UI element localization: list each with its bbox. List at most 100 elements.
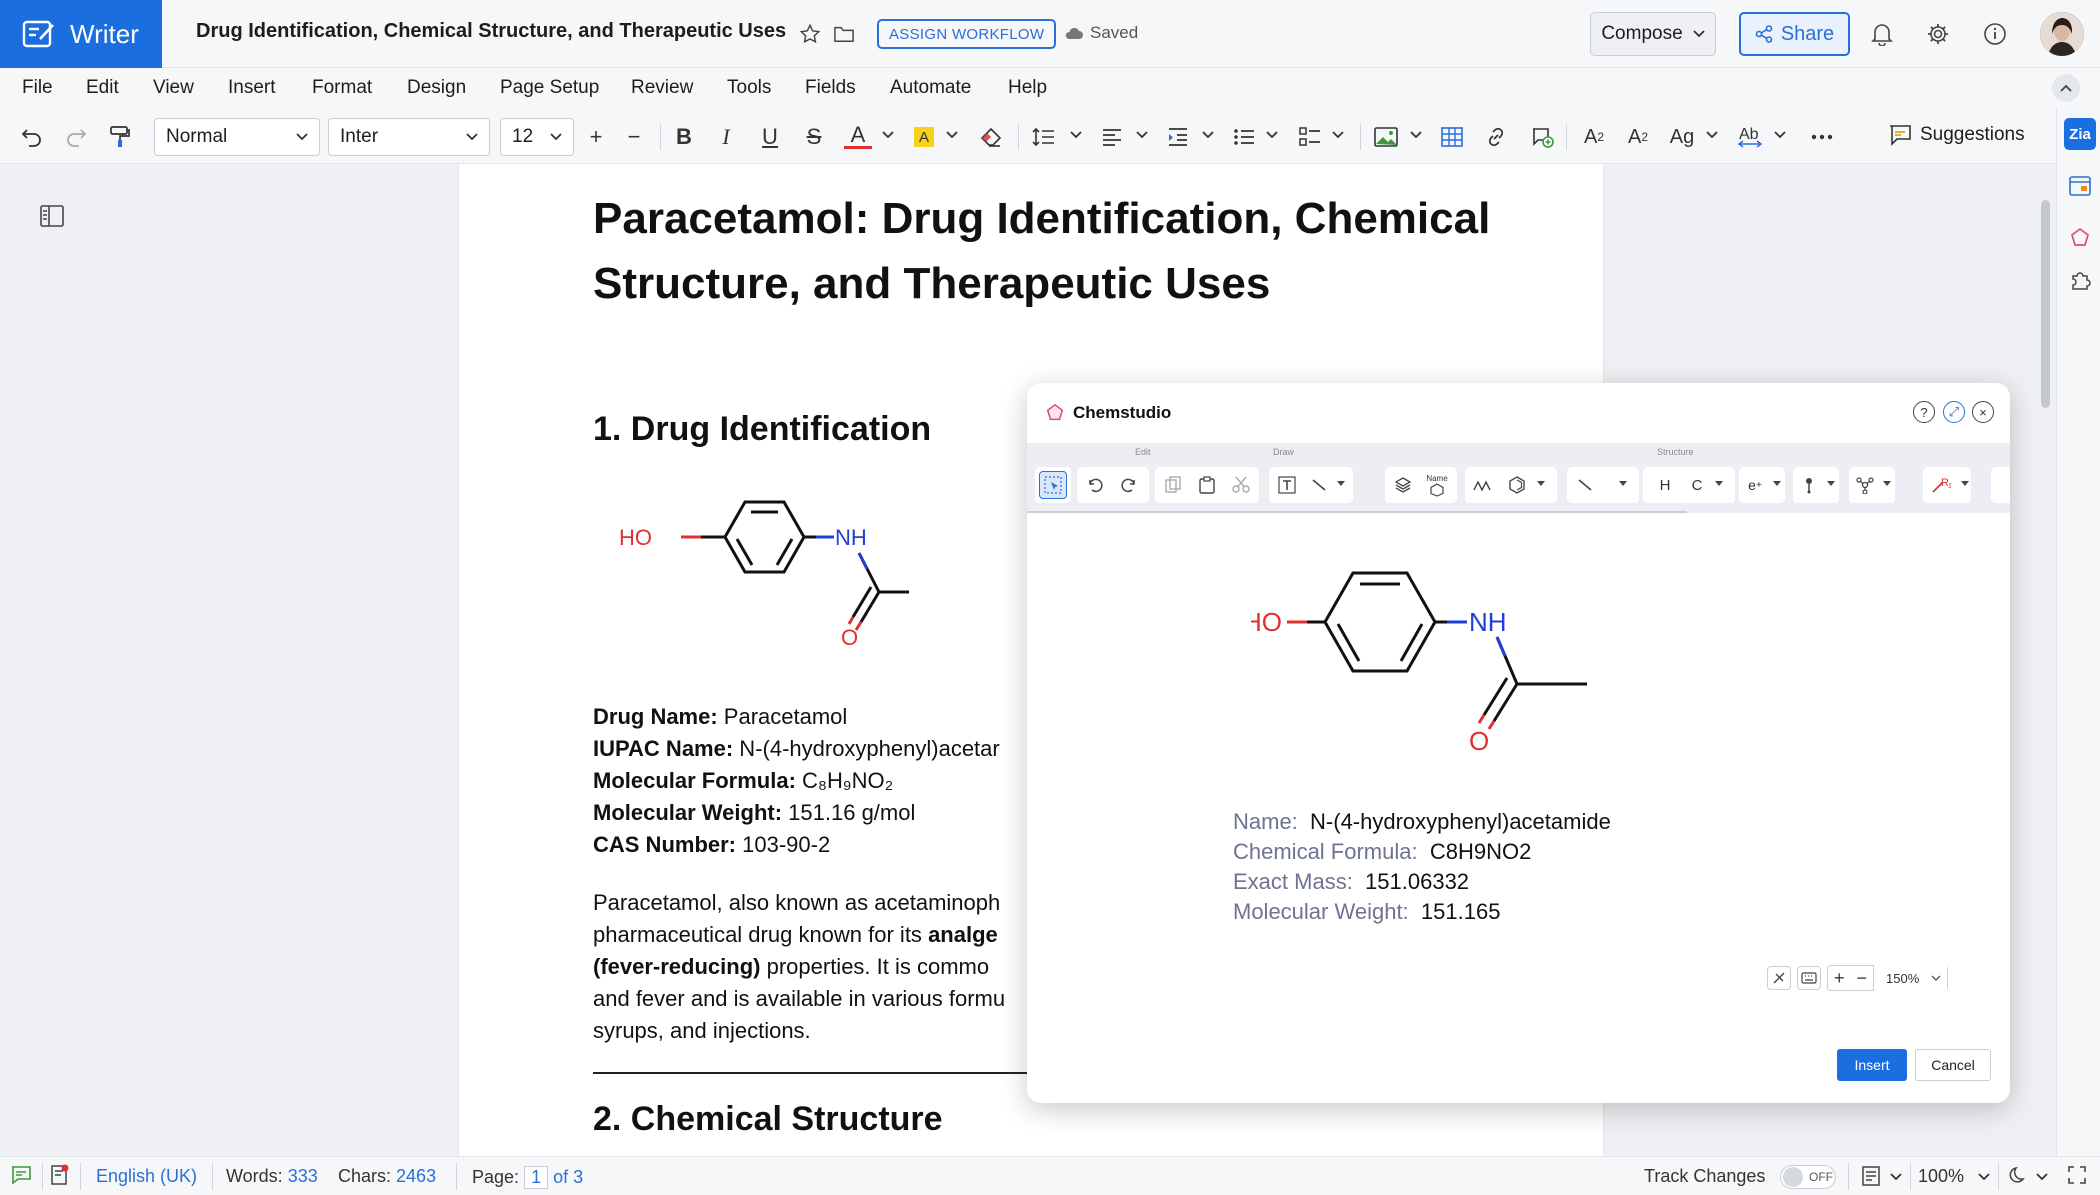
charge-tool-icon[interactable]: e + — [1741, 471, 1769, 499]
align-left-icon[interactable] — [1098, 123, 1126, 151]
chevron-down-icon[interactable] — [1883, 481, 1891, 487]
zia-icon[interactable]: Zia — [2064, 118, 2096, 150]
compose-button[interactable]: Compose — [1590, 12, 1716, 56]
menu-fields[interactable]: Fields — [805, 77, 856, 99]
zoom-out-button[interactable]: − — [1851, 968, 1874, 989]
font-family-select[interactable]: Inter — [328, 118, 490, 156]
chevron-down-icon[interactable] — [1978, 1172, 1990, 1182]
table-icon[interactable] — [1438, 123, 1466, 151]
menu-design[interactable]: Design — [407, 77, 466, 99]
sidebar-toggle-icon[interactable] — [40, 205, 64, 227]
template-tool-icon[interactable] — [1851, 471, 1879, 499]
r-group-icon[interactable]: R1 — [1927, 471, 1955, 499]
bell-icon[interactable] — [1868, 20, 1896, 48]
document-scrollbar[interactable] — [2041, 200, 2050, 408]
menu-tools[interactable]: Tools — [727, 77, 771, 99]
chevron-down-icon[interactable] — [1410, 130, 1422, 140]
change-case-icon[interactable]: Ag — [1668, 123, 1696, 151]
spellcheck-icon[interactable]: Ab — [1736, 123, 1764, 151]
menu-insert[interactable]: Insert — [228, 77, 276, 99]
strikethrough-icon[interactable]: S — [800, 123, 828, 151]
cancel-button[interactable]: Cancel — [1915, 1049, 1991, 1081]
menu-view[interactable]: View — [153, 77, 194, 99]
fullscreen-icon[interactable] — [2068, 1166, 2086, 1184]
menu-help[interactable]: Help — [1008, 77, 1047, 99]
font-color-icon[interactable]: A — [844, 122, 872, 149]
paste-icon[interactable] — [1193, 471, 1221, 499]
superscript-icon[interactable]: A2 — [1580, 123, 1608, 151]
italic-icon[interactable]: I — [712, 123, 740, 151]
checklist-icon[interactable] — [1296, 123, 1324, 151]
redo-icon[interactable] — [62, 123, 90, 151]
text-tool-icon[interactable] — [1273, 471, 1301, 499]
chevron-down-icon[interactable] — [1890, 1172, 1902, 1182]
subscript-icon[interactable]: A2 — [1624, 123, 1652, 151]
assign-workflow-button[interactable]: ASSIGN WORKFLOW — [877, 19, 1057, 49]
user-avatar[interactable] — [2040, 12, 2084, 56]
cut-icon[interactable] — [1227, 471, 1255, 499]
chevron-down-icon[interactable] — [1136, 130, 1148, 140]
chevron-down-icon[interactable] — [1827, 481, 1835, 487]
gear-icon[interactable] — [1924, 20, 1952, 48]
moon-icon[interactable] — [2008, 1165, 2028, 1185]
clean-structure-icon[interactable] — [1767, 966, 1791, 990]
bond-draw-icon[interactable] — [1305, 471, 1333, 499]
document-check-icon[interactable] — [50, 1164, 70, 1186]
chevron-down-icon[interactable] — [1773, 481, 1781, 487]
puzzle-icon[interactable] — [2066, 266, 2094, 294]
chevron-down-icon[interactable] — [1070, 130, 1082, 140]
panel-icon[interactable] — [2066, 172, 2094, 200]
help-icon[interactable]: ? — [1913, 401, 1935, 423]
language-selector[interactable]: English (UK) — [96, 1166, 197, 1187]
menu-format[interactable]: Format — [312, 77, 372, 99]
highlight-color-icon[interactable]: A — [910, 123, 938, 151]
collapse-toolbar-button[interactable] — [2052, 74, 2080, 102]
select-tool-icon[interactable] — [1039, 471, 1067, 499]
font-size-select[interactable]: 12 — [500, 118, 574, 156]
chevron-down-icon[interactable] — [1202, 130, 1214, 140]
track-changes-toggle[interactable]: OFF — [1780, 1165, 1836, 1189]
menu-automate[interactable]: Automate — [890, 77, 971, 99]
chemstudio-rail-icon[interactable] — [2066, 224, 2094, 252]
insert-button[interactable]: Insert — [1837, 1049, 1907, 1081]
expand-icon[interactable]: ⤢ — [1943, 401, 1965, 423]
chevron-down-icon[interactable] — [1266, 130, 1278, 140]
chain-tool-icon[interactable] — [1469, 471, 1497, 499]
chevron-down-icon[interactable] — [1774, 130, 1786, 140]
more-options-icon[interactable] — [1808, 123, 1836, 151]
chevron-down-icon[interactable] — [1332, 130, 1344, 140]
bullet-list-icon[interactable] — [1230, 123, 1258, 151]
paracetamol-structure[interactable]: HO NH O — [609, 487, 909, 647]
paragraph-style-select[interactable]: Normal — [154, 118, 320, 156]
star-icon[interactable] — [796, 20, 824, 48]
chevron-down-icon[interactable] — [1715, 481, 1723, 487]
line-spacing-icon[interactable] — [1030, 123, 1058, 151]
share-button[interactable]: Share — [1739, 12, 1850, 56]
page-number-input[interactable]: 1 — [524, 1166, 549, 1189]
layers-icon[interactable] — [1389, 471, 1417, 499]
chevron-down-icon[interactable] — [2036, 1172, 2048, 1182]
chevron-down-icon[interactable] — [1706, 130, 1718, 140]
document-title[interactable]: Drug Identification, Chemical Structure,… — [196, 20, 786, 43]
info-icon[interactable] — [1981, 20, 2009, 48]
menu-edit[interactable]: Edit — [86, 77, 119, 99]
chevron-down-icon[interactable] — [946, 130, 958, 140]
redo-icon[interactable] — [1115, 471, 1143, 499]
comment-add-icon[interactable] — [1528, 123, 1556, 151]
lone-pair-icon[interactable] — [1795, 471, 1823, 499]
chevron-down-icon[interactable] — [1961, 481, 1969, 487]
atom-hydrogen-button[interactable]: H — [1651, 471, 1679, 499]
menu-file[interactable]: File — [22, 77, 53, 99]
chevron-down-icon[interactable] — [882, 130, 894, 140]
folder-icon[interactable] — [830, 20, 858, 48]
chevron-down-icon[interactable] — [1337, 481, 1345, 487]
undo-icon[interactable] — [1081, 471, 1109, 499]
zoom-level[interactable]: 100% — [1918, 1166, 1964, 1187]
ring-tool-icon[interactable] — [1503, 471, 1531, 499]
image-icon[interactable] — [1372, 123, 1400, 151]
zoom-in-button[interactable]: + — [1828, 968, 1851, 989]
underline-icon[interactable]: U — [756, 123, 784, 151]
app-logo[interactable]: Writer — [0, 0, 162, 68]
atom-carbon-button[interactable]: C — [1683, 471, 1711, 499]
undo-icon[interactable] — [18, 123, 46, 151]
